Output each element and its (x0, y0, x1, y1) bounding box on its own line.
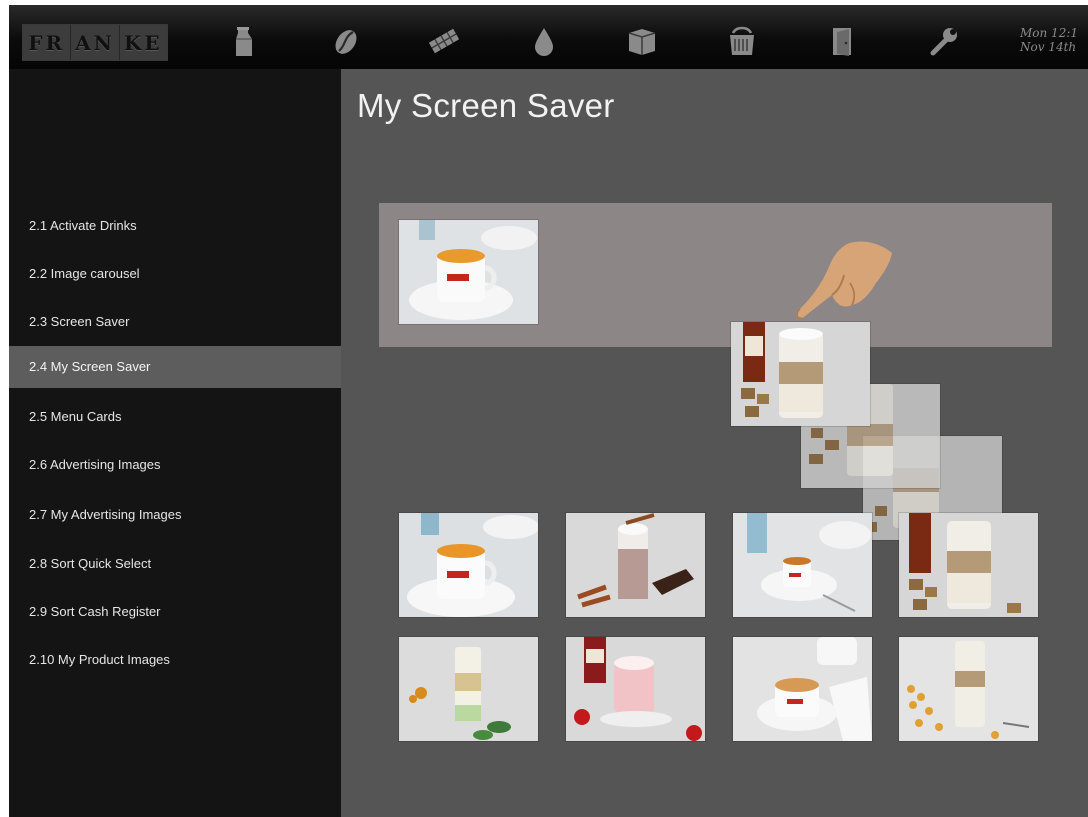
main-content: My Screen Saver (341, 69, 1088, 817)
sidebar-item-image-carousel[interactable]: 2.2 Image carousel (9, 253, 341, 295)
gallery-espresso-saucer-image[interactable] (733, 513, 872, 617)
top-bar: FR AN KE Mon 12:1 Nov 14th (9, 5, 1088, 69)
gallery-espresso-cup-image[interactable] (399, 513, 538, 617)
franke-logo: FR AN KE (22, 24, 168, 61)
sidebar-item-my-screen-saver[interactable]: 2.4 My Screen Saver (9, 346, 341, 388)
sidebar-item-my-product-images[interactable]: 2.10 My Product Images (9, 639, 341, 681)
logo-part: KE (119, 25, 167, 60)
sidebar: 2.1 Activate Drinks 2.2 Image carousel 2… (9, 69, 341, 817)
dragging-latte-macchiato-image[interactable] (731, 322, 870, 426)
clock-date: Nov 14th (1020, 40, 1077, 54)
pointing-hand-icon (792, 235, 894, 335)
page-title: My Screen Saver (357, 87, 615, 124)
package-icon[interactable] (624, 23, 660, 59)
cleaning-brush-icon[interactable] (724, 23, 760, 59)
gallery-cappuccino-image[interactable] (733, 637, 872, 741)
wrench-icon[interactable] (926, 23, 962, 59)
franke-screen: FR AN KE Mon 12:1 Nov 14th 2.1 Activate … (9, 5, 1088, 817)
gallery-strawberry-milk-image[interactable] (566, 637, 705, 741)
water-drop-icon[interactable] (526, 23, 562, 59)
clock-time: Mon 12:1 (1020, 26, 1079, 40)
milk-carton-icon[interactable] (226, 23, 262, 59)
gallery-latte-macchiato-caramel-image[interactable] (899, 637, 1038, 741)
clock-display: Mon 12:1 Nov 14th (1020, 26, 1088, 54)
gallery-layered-drink-image[interactable] (399, 637, 538, 741)
sidebar-item-sort-quick-select[interactable]: 2.8 Sort Quick Select (9, 543, 341, 585)
gallery-latte-macchiato-syrup-image[interactable] (899, 513, 1038, 617)
sidebar-item-screen-saver[interactable]: 2.3 Screen Saver (9, 301, 341, 343)
sidebar-item-advertising-images[interactable]: 2.6 Advertising Images (9, 444, 341, 486)
sidebar-item-sort-cash-register[interactable]: 2.9 Sort Cash Register (9, 591, 341, 633)
sidebar-item-menu-cards[interactable]: 2.5 Menu Cards (9, 396, 341, 438)
sidebar-item-activate-drinks[interactable]: 2.1 Activate Drinks (9, 205, 341, 247)
sidebar-item-my-advertising-images[interactable]: 2.7 My Advertising Images (9, 494, 341, 536)
door-icon[interactable] (825, 23, 861, 59)
gallery-hot-chocolate-image[interactable] (566, 513, 705, 617)
logo-part: AN (71, 25, 120, 60)
chocolate-bar-icon[interactable] (426, 23, 462, 59)
logo-part: FR (23, 25, 72, 60)
coffee-bean-icon[interactable] (328, 23, 364, 59)
selected-espresso-cup-image[interactable] (399, 220, 538, 324)
